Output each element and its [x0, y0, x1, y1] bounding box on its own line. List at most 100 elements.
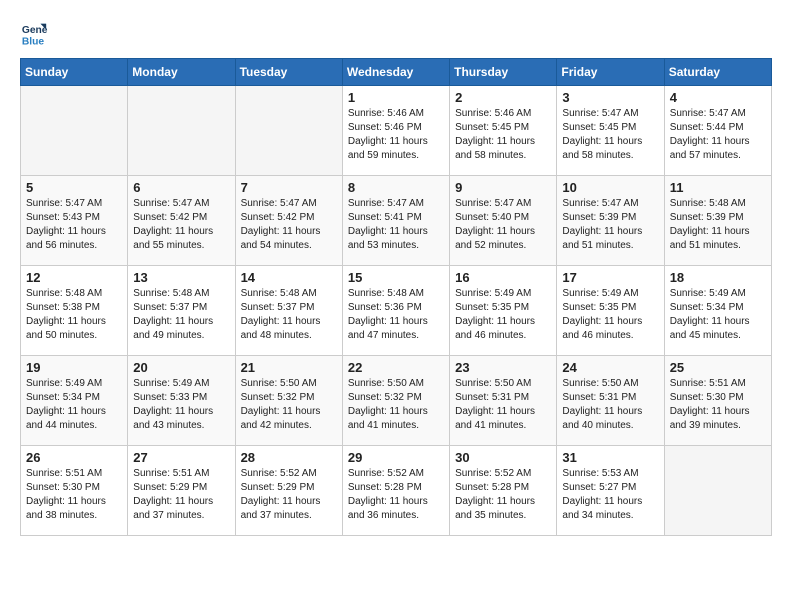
- day-number: 3: [562, 90, 658, 105]
- calendar-cell: [21, 86, 128, 176]
- calendar-cell: 18 Sunrise: 5:49 AM Sunset: 5:34 PM Dayli…: [664, 266, 771, 356]
- day-info: Sunrise: 5:47 AM Sunset: 5:44 PM Dayligh…: [670, 107, 766, 163]
- day-info: Sunrise: 5:47 AM Sunset: 5:45 PM Dayligh…: [562, 107, 658, 163]
- day-number: 6: [133, 180, 229, 195]
- calendar-week-row: 1 Sunrise: 5:46 AM Sunset: 5:46 PM Daylig…: [21, 86, 772, 176]
- day-info: Sunrise: 5:48 AM Sunset: 5:39 PM Dayligh…: [670, 197, 766, 253]
- calendar-cell: 12 Sunrise: 5:48 AM Sunset: 5:38 PM Dayli…: [21, 266, 128, 356]
- day-number: 25: [670, 360, 766, 375]
- day-info: Sunrise: 5:47 AM Sunset: 5:41 PM Dayligh…: [348, 197, 444, 253]
- calendar-cell: 19 Sunrise: 5:49 AM Sunset: 5:34 PM Dayli…: [21, 356, 128, 446]
- day-info: Sunrise: 5:47 AM Sunset: 5:43 PM Dayligh…: [26, 197, 122, 253]
- day-info: Sunrise: 5:46 AM Sunset: 5:45 PM Dayligh…: [455, 107, 551, 163]
- calendar-cell: 23 Sunrise: 5:50 AM Sunset: 5:31 PM Dayli…: [450, 356, 557, 446]
- calendar-cell: 31 Sunrise: 5:53 AM Sunset: 5:27 PM Dayli…: [557, 446, 664, 536]
- calendar-cell: 2Sunrise: 5:46 AM Sunset: 5:45 PM Daylig…: [450, 86, 557, 176]
- day-info: Sunrise: 5:51 AM Sunset: 5:30 PM Dayligh…: [26, 467, 122, 523]
- day-info: Sunrise: 5:46 AM Sunset: 5:46 PM Dayligh…: [348, 107, 444, 163]
- day-number: 23: [455, 360, 551, 375]
- calendar-cell: 9 Sunrise: 5:47 AM Sunset: 5:40 PM Daylig…: [450, 176, 557, 266]
- day-number: 14: [241, 270, 337, 285]
- day-info: Sunrise: 5:50 AM Sunset: 5:31 PM Dayligh…: [562, 377, 658, 433]
- day-info: Sunrise: 5:48 AM Sunset: 5:36 PM Dayligh…: [348, 287, 444, 343]
- day-number: 22: [348, 360, 444, 375]
- calendar-cell: 5 Sunrise: 5:47 AM Sunset: 5:43 PM Daylig…: [21, 176, 128, 266]
- day-number: 4: [670, 90, 766, 105]
- calendar-cell: 16Sunrise: 5:49 AM Sunset: 5:35 PM Dayli…: [450, 266, 557, 356]
- day-number: 27: [133, 450, 229, 465]
- calendar-cell: 28 Sunrise: 5:52 AM Sunset: 5:29 PM Dayli…: [235, 446, 342, 536]
- day-info: Sunrise: 5:48 AM Sunset: 5:37 PM Dayligh…: [241, 287, 337, 343]
- calendar-cell: 30Sunrise: 5:52 AM Sunset: 5:28 PM Dayli…: [450, 446, 557, 536]
- day-info: Sunrise: 5:49 AM Sunset: 5:33 PM Dayligh…: [133, 377, 229, 433]
- calendar-cell: 11 Sunrise: 5:48 AM Sunset: 5:39 PM Dayli…: [664, 176, 771, 266]
- calendar-cell: 26Sunrise: 5:51 AM Sunset: 5:30 PM Dayli…: [21, 446, 128, 536]
- day-info: Sunrise: 5:47 AM Sunset: 5:39 PM Dayligh…: [562, 197, 658, 253]
- day-number: 29: [348, 450, 444, 465]
- calendar-header-row: SundayMondayTuesdayWednesdayThursdayFrid…: [21, 59, 772, 86]
- day-info: Sunrise: 5:47 AM Sunset: 5:40 PM Dayligh…: [455, 197, 551, 253]
- day-number: 24: [562, 360, 658, 375]
- day-number: 19: [26, 360, 122, 375]
- weekday-header-saturday: Saturday: [664, 59, 771, 86]
- calendar-cell: 22 Sunrise: 5:50 AM Sunset: 5:32 PM Dayli…: [342, 356, 449, 446]
- calendar-cell: 17Sunrise: 5:49 AM Sunset: 5:35 PM Dayli…: [557, 266, 664, 356]
- day-number: 11: [670, 180, 766, 195]
- calendar-week-row: 12 Sunrise: 5:48 AM Sunset: 5:38 PM Dayli…: [21, 266, 772, 356]
- calendar-cell: [235, 86, 342, 176]
- day-number: 7: [241, 180, 337, 195]
- logo-icon: General Blue: [20, 20, 48, 48]
- calendar-week-row: 5 Sunrise: 5:47 AM Sunset: 5:43 PM Daylig…: [21, 176, 772, 266]
- page-header: General Blue: [20, 20, 772, 48]
- day-info: Sunrise: 5:53 AM Sunset: 5:27 PM Dayligh…: [562, 467, 658, 523]
- day-number: 17: [562, 270, 658, 285]
- logo: General Blue: [20, 20, 52, 48]
- day-info: Sunrise: 5:52 AM Sunset: 5:28 PM Dayligh…: [348, 467, 444, 523]
- day-number: 1: [348, 90, 444, 105]
- day-number: 5: [26, 180, 122, 195]
- day-number: 9: [455, 180, 551, 195]
- weekday-header-tuesday: Tuesday: [235, 59, 342, 86]
- weekday-header-monday: Monday: [128, 59, 235, 86]
- calendar-cell: [664, 446, 771, 536]
- day-number: 30: [455, 450, 551, 465]
- calendar-cell: 29 Sunrise: 5:52 AM Sunset: 5:28 PM Dayli…: [342, 446, 449, 536]
- day-number: 28: [241, 450, 337, 465]
- calendar-cell: 3 Sunrise: 5:47 AM Sunset: 5:45 PM Daylig…: [557, 86, 664, 176]
- day-info: Sunrise: 5:47 AM Sunset: 5:42 PM Dayligh…: [133, 197, 229, 253]
- day-info: Sunrise: 5:51 AM Sunset: 5:29 PM Dayligh…: [133, 467, 229, 523]
- svg-text:Blue: Blue: [22, 36, 45, 47]
- weekday-header-sunday: Sunday: [21, 59, 128, 86]
- day-number: 21: [241, 360, 337, 375]
- day-number: 16: [455, 270, 551, 285]
- calendar-cell: 8 Sunrise: 5:47 AM Sunset: 5:41 PM Daylig…: [342, 176, 449, 266]
- day-info: Sunrise: 5:48 AM Sunset: 5:38 PM Dayligh…: [26, 287, 122, 343]
- calendar-cell: 27 Sunrise: 5:51 AM Sunset: 5:29 PM Dayli…: [128, 446, 235, 536]
- day-info: Sunrise: 5:49 AM Sunset: 5:34 PM Dayligh…: [26, 377, 122, 433]
- calendar-week-row: 26Sunrise: 5:51 AM Sunset: 5:30 PM Dayli…: [21, 446, 772, 536]
- day-number: 8: [348, 180, 444, 195]
- calendar-cell: 21Sunrise: 5:50 AM Sunset: 5:32 PM Dayli…: [235, 356, 342, 446]
- day-number: 10: [562, 180, 658, 195]
- day-number: 13: [133, 270, 229, 285]
- calendar-cell: 14 Sunrise: 5:48 AM Sunset: 5:37 PM Dayli…: [235, 266, 342, 356]
- calendar-cell: 6 Sunrise: 5:47 AM Sunset: 5:42 PM Daylig…: [128, 176, 235, 266]
- calendar-cell: 13 Sunrise: 5:48 AM Sunset: 5:37 PM Dayli…: [128, 266, 235, 356]
- calendar-cell: 1 Sunrise: 5:46 AM Sunset: 5:46 PM Daylig…: [342, 86, 449, 176]
- day-info: Sunrise: 5:52 AM Sunset: 5:29 PM Dayligh…: [241, 467, 337, 523]
- day-number: 31: [562, 450, 658, 465]
- day-number: 18: [670, 270, 766, 285]
- day-info: Sunrise: 5:50 AM Sunset: 5:31 PM Dayligh…: [455, 377, 551, 433]
- day-info: Sunrise: 5:48 AM Sunset: 5:37 PM Dayligh…: [133, 287, 229, 343]
- calendar-cell: 20Sunrise: 5:49 AM Sunset: 5:33 PM Dayli…: [128, 356, 235, 446]
- calendar-cell: 25Sunrise: 5:51 AM Sunset: 5:30 PM Dayli…: [664, 356, 771, 446]
- calendar-table: SundayMondayTuesdayWednesdayThursdayFrid…: [20, 58, 772, 536]
- weekday-header-friday: Friday: [557, 59, 664, 86]
- calendar-cell: 15Sunrise: 5:48 AM Sunset: 5:36 PM Dayli…: [342, 266, 449, 356]
- calendar-cell: [128, 86, 235, 176]
- day-number: 12: [26, 270, 122, 285]
- day-info: Sunrise: 5:50 AM Sunset: 5:32 PM Dayligh…: [348, 377, 444, 433]
- day-info: Sunrise: 5:49 AM Sunset: 5:34 PM Dayligh…: [670, 287, 766, 343]
- weekday-header-thursday: Thursday: [450, 59, 557, 86]
- calendar-cell: 7Sunrise: 5:47 AM Sunset: 5:42 PM Daylig…: [235, 176, 342, 266]
